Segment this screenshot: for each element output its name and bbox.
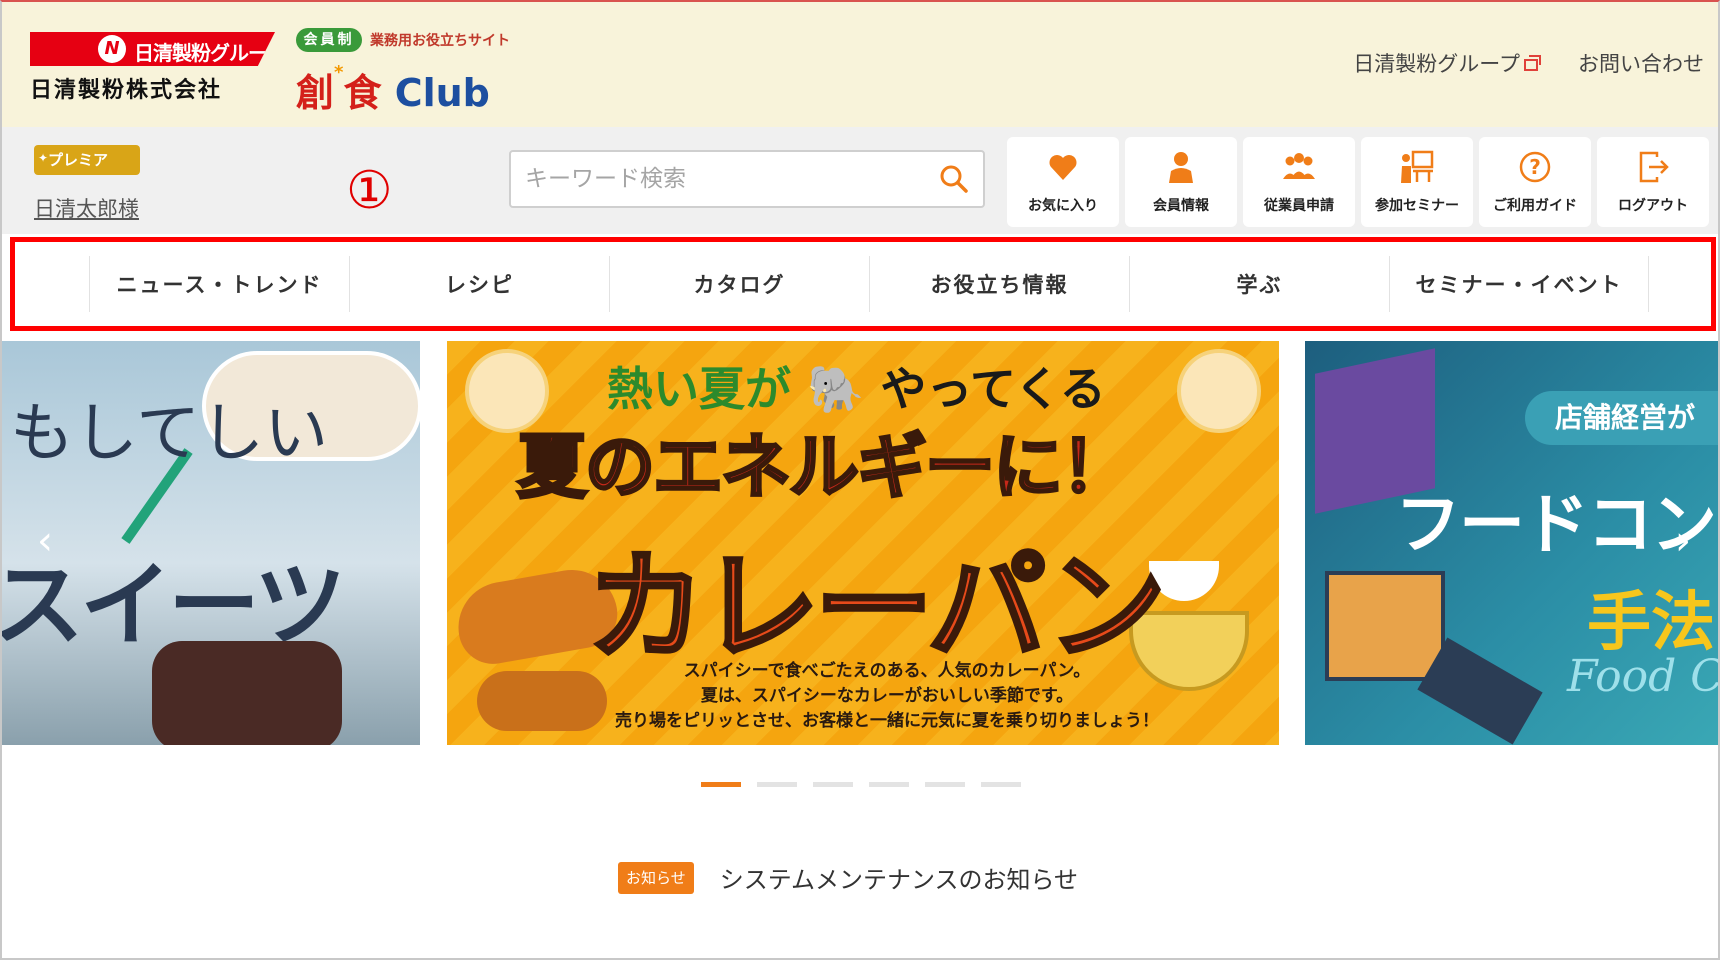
carousel-pagination	[701, 782, 1021, 787]
curry-title: カレーパン	[585, 536, 1168, 678]
nav-item-news-trend[interactable]: ニュース・トレンド	[89, 256, 349, 312]
premium-badge-label: プレミア	[48, 151, 109, 169]
sousyoku-club-logo[interactable]: 会員制 業務用お役立ちサイト 創*食 Club	[296, 24, 536, 117]
user-name-link[interactable]: 日清太郎様	[34, 193, 139, 223]
group-icon	[1283, 153, 1315, 179]
carousel-slide-curry-bread[interactable]: 熱い夏が 🐘 やってくる 夏のエネルギーに！ カレーパン スパイシーで食べごたえ…	[447, 341, 1279, 745]
logout-label: ログアウト	[1618, 198, 1688, 214]
food-slide-method: 手法	[1587, 586, 1715, 660]
group-tag-text: 日清製粉グループ	[134, 41, 285, 65]
notice-row: お知らせ システムメンテナンスのお知らせ	[618, 860, 1078, 895]
help-icon: ?	[1519, 151, 1551, 183]
curry-headline-part2: やってくる	[880, 362, 1106, 416]
logout-button[interactable]: ログアウト	[1597, 137, 1709, 227]
nav-item-recipe[interactable]: レシピ	[349, 256, 609, 312]
logout-icon	[1639, 151, 1669, 183]
main-navigation: ニュース・トレンド レシピ カタログ お役立ち情報 学ぶ セミナー・イベント	[10, 237, 1716, 331]
carousel-next-icon[interactable]: ›	[1666, 521, 1700, 561]
carousel-dot[interactable]	[869, 782, 909, 787]
carousel-dot[interactable]	[757, 782, 797, 787]
group-site-link-label: 日清製粉グループ	[1353, 52, 1520, 76]
nav-item-seminar-event[interactable]: セミナー・イベント	[1389, 256, 1649, 312]
search-input[interactable]	[525, 152, 925, 206]
shop-illustration	[1325, 571, 1445, 681]
club-name-part3: Club	[394, 71, 490, 115]
food-slide-script: Food Con	[1567, 651, 1718, 702]
nav-item-useful-info[interactable]: お役立ち情報	[869, 256, 1129, 312]
club-tagline: 業務用お役立ちサイト	[370, 33, 510, 49]
nav-items: ニュース・トレンド レシピ カタログ お役立ち情報 学ぶ セミナー・イベント	[89, 256, 1649, 312]
heart-icon	[1049, 155, 1077, 180]
employee-request-button[interactable]: 従業員申請	[1243, 137, 1355, 227]
member-info-button[interactable]: 会員情報	[1125, 137, 1237, 227]
search-box	[509, 150, 985, 208]
carousel-dot[interactable]	[701, 782, 741, 787]
user-guide-label: ご利用ガイド	[1493, 198, 1577, 214]
svg-text:?: ?	[1529, 155, 1541, 179]
chocolate-image	[152, 641, 342, 745]
curry-headline-part1: 熱い夏が	[607, 362, 791, 416]
food-slide-label: 店舗経営が	[1525, 391, 1718, 445]
curry-description-line: スパイシーで食べごたえのある、人気のカレーパン。	[683, 661, 1091, 681]
club-name-part1: 創	[296, 71, 335, 115]
carousel-dot[interactable]	[981, 782, 1021, 787]
nav-item-catalog[interactable]: カタログ	[609, 256, 869, 312]
nisshin-logo[interactable]: N 日清製粉グループ 日清製粉株式会社	[30, 32, 280, 103]
club-name-part2: 食	[343, 71, 382, 115]
user-action-buttons: お気に入り 会員情報 従業員申請 参加セミナー ? ご利用ガイド ログアウト	[1007, 137, 1709, 227]
favorites-label: お気に入り	[1028, 198, 1098, 214]
search-icon[interactable]	[939, 164, 969, 194]
seminar-icon	[1401, 150, 1434, 183]
user-bar: ✦ プレミア 日清太郎様 ① お気に入り 会員情報 従業員申請	[2, 127, 1718, 234]
page-frame: N 日清製粉グループ 日清製粉株式会社 会員制 業務用お役立ちサイト 創*食 C…	[0, 0, 1720, 960]
sweets-slide-text-small: もしてしい	[10, 397, 329, 471]
header-links: 日清製粉グループ お問い合わせ	[1353, 48, 1704, 78]
group-site-link[interactable]: 日清製粉グループ	[1353, 48, 1541, 78]
curry-headline-top: 熱い夏が 🐘 やってくる	[607, 353, 1106, 419]
curry-description: スパイシーで食べごたえのある、人気のカレーパン。 夏は、スパイシーなカレーがおい…	[587, 659, 1187, 734]
employee-request-label: 従業員申請	[1264, 198, 1334, 214]
site-header: N 日清製粉グループ 日清製粉株式会社 会員制 業務用お役立ちサイト 創*食 C…	[2, 2, 1718, 127]
carousel-dot[interactable]	[813, 782, 853, 787]
seminar-button[interactable]: 参加セミナー	[1361, 137, 1473, 227]
company-name: 日清製粉株式会社	[30, 78, 223, 103]
premium-badge: ✦ プレミア	[34, 145, 140, 175]
nav-item-learn[interactable]: 学ぶ	[1129, 256, 1389, 312]
seminar-label: 参加セミナー	[1375, 198, 1459, 214]
member-info-label: 会員情報	[1153, 198, 1209, 214]
sparkle-icon: ✦	[38, 151, 49, 165]
annotation-number: ①	[346, 161, 393, 221]
member-only-badge: 会員制	[296, 28, 362, 52]
elephant-icon: 🐘	[807, 362, 865, 416]
favorites-button[interactable]: お気に入り	[1007, 137, 1119, 227]
curry-description-line: 売り場をピリッとさせ、お客様と一緒に元気に夏を乗り切りましょう！	[615, 711, 1159, 731]
logo-flag: N 日清製粉グループ	[30, 32, 275, 66]
curry-description-line: 夏は、スパイシーなカレーがおいしい季節です。	[700, 686, 1074, 706]
woman-illustration	[1177, 349, 1261, 433]
club-name: 創*食 Club	[296, 62, 490, 117]
carousel-dot[interactable]	[925, 782, 965, 787]
person-icon	[1169, 152, 1193, 183]
curry-subheadline: 夏のエネルギーに！	[516, 425, 1133, 510]
contact-link[interactable]: お問い合わせ	[1578, 48, 1704, 78]
logo-mark-icon: N	[98, 35, 126, 63]
carousel-slide-sweets[interactable]: もしてしい スイーツ	[2, 341, 420, 745]
carousel-prev-icon[interactable]: ‹	[28, 521, 62, 561]
carousel-slide-food-consulting[interactable]: 店舗経営が フードコンサ 手法 Food Con	[1305, 341, 1718, 745]
hero-carousel: もしてしい スイーツ 熱い夏が 🐘 やってくる 夏のエネルギーに！ カレーパン …	[2, 341, 1718, 745]
notice-badge: お知らせ	[618, 861, 694, 894]
external-link-icon	[1524, 55, 1541, 71]
notice-link[interactable]: システムメンテナンスのお知らせ	[720, 860, 1078, 895]
user-guide-button[interactable]: ? ご利用ガイド	[1479, 137, 1591, 227]
